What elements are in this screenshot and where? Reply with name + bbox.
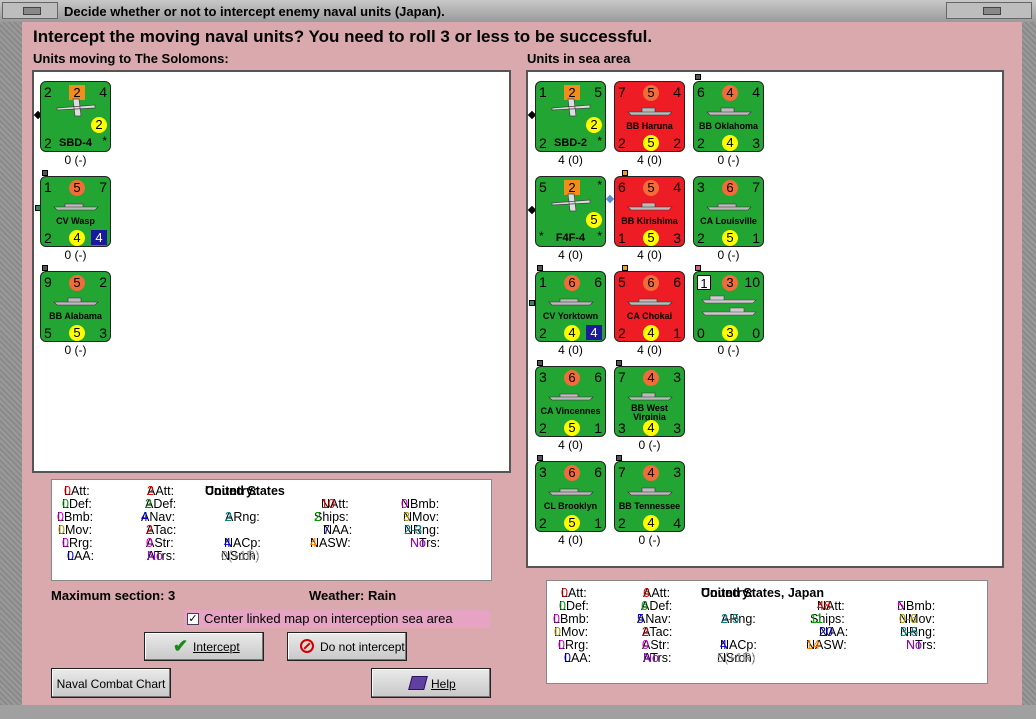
max-section: Maximum section: 3 bbox=[51, 588, 176, 603]
sea-units-label: Units in sea area bbox=[527, 51, 631, 66]
right-border bbox=[1022, 22, 1036, 719]
unit-name: BB Haruna bbox=[626, 121, 673, 131]
unit-counter[interactable]: 1 5 7 CV Wasp 2 4 4 bbox=[40, 176, 111, 247]
unit-count: 4 (0) bbox=[637, 343, 662, 357]
checkbox-icon[interactable]: ✓ bbox=[187, 613, 199, 625]
unit-count: 4 (0) bbox=[558, 153, 583, 167]
ship-icon bbox=[627, 298, 673, 306]
unit-marker-icon bbox=[695, 74, 701, 80]
unit-count: 0 (-) bbox=[64, 248, 87, 262]
ship-icon bbox=[706, 107, 752, 116]
unit-count: 0 (-) bbox=[717, 153, 740, 167]
unit-count: 0 (-) bbox=[64, 153, 87, 167]
transport-ship-icon bbox=[701, 295, 757, 316]
ship-icon bbox=[627, 392, 673, 401]
unit-counter[interactable]: 5 2 * 5 * F4F-4 * bbox=[535, 176, 606, 247]
unit-count: 0 (-) bbox=[64, 343, 87, 357]
unit-counter[interactable]: 1 3 10 0 3 0 bbox=[693, 271, 764, 342]
unit-count: 4 (0) bbox=[637, 248, 662, 262]
window-controls[interactable] bbox=[946, 2, 1032, 19]
left-border bbox=[0, 22, 22, 719]
unit-counter[interactable]: 7 5 4 BB Haruna 2 5 2 bbox=[614, 81, 685, 152]
window-menu-icon[interactable] bbox=[2, 2, 58, 19]
unit-name: CV Wasp bbox=[56, 216, 95, 226]
unit-name: CL Brooklyn bbox=[543, 501, 598, 511]
unit-count: 0 (-) bbox=[638, 533, 661, 547]
unit-counter[interactable]: 1 2 5 2 2 SBD-2 * bbox=[535, 81, 606, 152]
prohibited-icon bbox=[300, 639, 314, 653]
intercept-question: Intercept the moving naval units? You ne… bbox=[33, 27, 653, 46]
unit-counter[interactable]: 7 4 3 BB West Virginia 3 4 3 bbox=[614, 366, 685, 437]
unit-counter[interactable]: 3 6 7 CA Louisville 2 5 1 bbox=[693, 176, 764, 247]
unit-count: 0 (-) bbox=[717, 343, 740, 357]
checkbox-label: Center linked map on interception sea ar… bbox=[204, 611, 453, 626]
unit-counter[interactable]: 3 6 6 CA Vincennes 2 5 1 bbox=[535, 366, 606, 437]
unit-count: 0 (-) bbox=[717, 248, 740, 262]
center-map-checkbox[interactable]: ✓ Center linked map on interception sea … bbox=[184, 610, 490, 628]
unit-name: SBD-2 bbox=[553, 137, 587, 149]
bottom-border bbox=[0, 705, 1036, 719]
unit-name: BB Kirishima bbox=[621, 216, 678, 226]
ship-icon bbox=[627, 202, 673, 211]
unit-count: 4 (0) bbox=[558, 343, 583, 357]
help-button[interactable]: Help bbox=[371, 668, 491, 698]
aircraft-icon bbox=[551, 98, 591, 117]
unit-count: 4 (0) bbox=[558, 533, 583, 547]
ship-icon bbox=[627, 487, 673, 496]
moving-units-stats: LAtt: 0 LDef: 0 LBmb: 0 LMov: 0 LRrg: 0 … bbox=[51, 479, 492, 581]
unit-counter[interactable]: 7 4 3 BB Tennessee 2 4 4 bbox=[614, 461, 685, 532]
unit-counter[interactable]: 9 5 2 BB Alabama 5 5 3 bbox=[40, 271, 111, 342]
unit-count: 0 (-) bbox=[638, 438, 661, 452]
unit-name: F4F-4 bbox=[555, 232, 586, 244]
unit-counter[interactable]: 6 4 4 BB Oklahoma 2 4 3 bbox=[693, 81, 764, 152]
unit-counter[interactable]: 2 2 4 2 2 SBD-4 * bbox=[40, 81, 111, 152]
ship-icon bbox=[548, 393, 594, 401]
unit-name: SBD-4 bbox=[58, 137, 92, 149]
ship-icon bbox=[53, 203, 99, 211]
checkmark-icon: ✔ bbox=[173, 636, 189, 656]
window-title: Decide whether or not to intercept enemy… bbox=[64, 4, 445, 19]
aircraft-icon bbox=[56, 98, 96, 117]
title-bar: Decide whether or not to intercept enemy… bbox=[0, 0, 1036, 23]
unit-count: 4 (0) bbox=[558, 438, 583, 452]
aircraft-icon bbox=[551, 193, 591, 212]
naval-combat-chart-button[interactable]: Naval Combat Chart bbox=[51, 668, 171, 698]
unit-counter[interactable]: 3 6 6 CL Brooklyn 2 5 1 bbox=[535, 461, 606, 532]
ship-icon bbox=[53, 297, 99, 306]
help-book-icon bbox=[408, 676, 428, 690]
weather: Weather: Rain bbox=[309, 588, 397, 603]
unit-name: BB Alabama bbox=[49, 311, 102, 321]
do-not-intercept-button[interactable]: Do not intercept bbox=[287, 632, 407, 661]
unit-name: BB Oklahoma bbox=[698, 121, 758, 131]
unit-counter[interactable]: 1 6 6 CV Yorktown 2 4 4 bbox=[535, 271, 606, 342]
unit-counter[interactable]: 5 6 6 CA Chokai 2 4 1 bbox=[614, 271, 685, 342]
unit-count: 4 (0) bbox=[558, 248, 583, 262]
unit-name: CA Vincennes bbox=[540, 406, 601, 416]
unit-name: CA Chokai bbox=[626, 311, 673, 321]
sea-units-stats: LAtt: 0 LDef: 0 LBmb: 0 LMov: 0 LRrg: 0 … bbox=[546, 580, 988, 684]
unit-name: BB Tennessee bbox=[618, 501, 681, 511]
ship-icon bbox=[548, 488, 594, 496]
intercept-button[interactable]: ✔ Intercept bbox=[144, 632, 264, 661]
moving-units-label: Units moving to The Solomons: bbox=[33, 51, 229, 66]
unit-name: CA Louisville bbox=[700, 216, 757, 226]
ship-icon bbox=[706, 203, 752, 211]
unit-name: CV Yorktown bbox=[542, 311, 599, 321]
unit-counter[interactable]: 6 5 4 BB Kirishima 1 5 3 bbox=[614, 176, 685, 247]
ship-icon bbox=[627, 107, 673, 116]
unit-count: 4 (0) bbox=[637, 153, 662, 167]
ship-icon bbox=[548, 298, 594, 306]
